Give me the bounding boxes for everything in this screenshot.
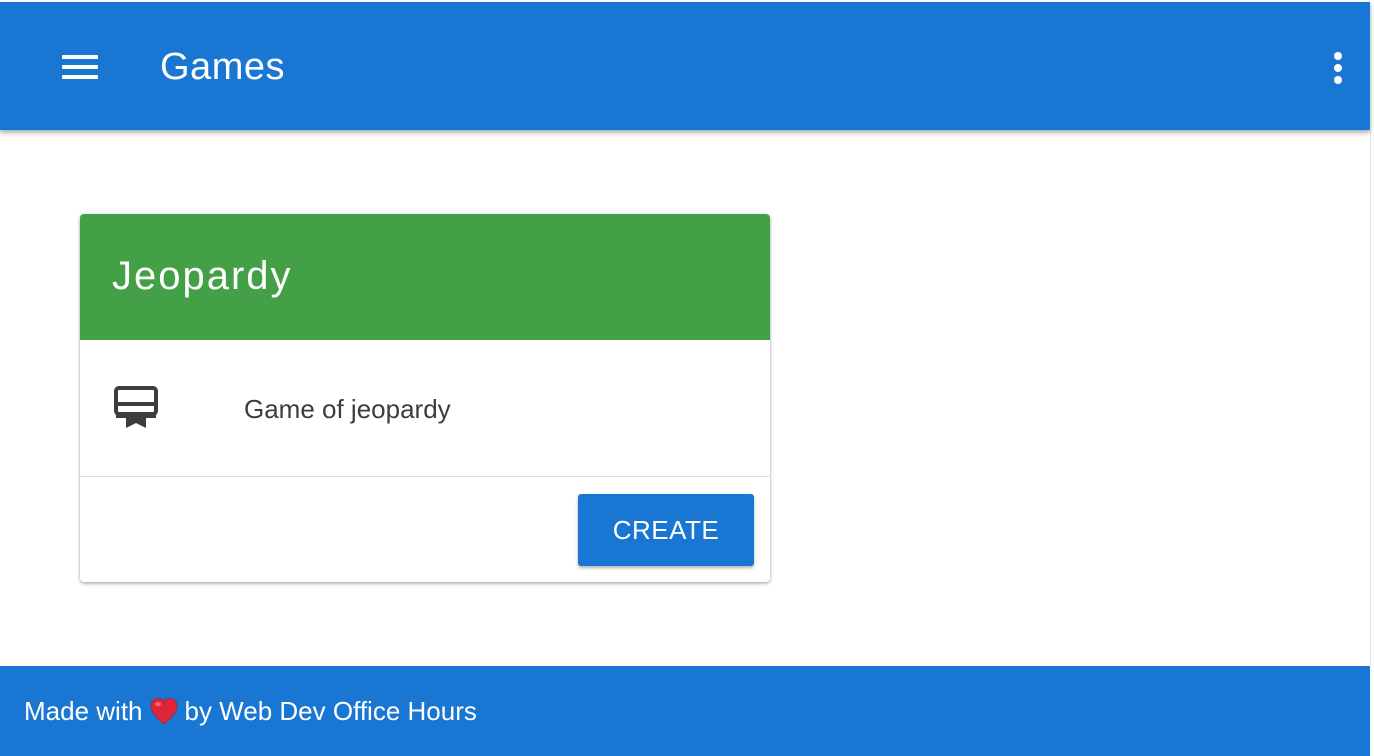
- menu-icon[interactable]: [60, 50, 100, 84]
- right-edge-divider: [1370, 130, 1371, 666]
- card-membership-icon: [114, 386, 158, 428]
- page: Games Jeopardy Game of jeopardy CREATE M…: [0, 0, 1374, 756]
- create-button[interactable]: CREATE: [578, 494, 754, 566]
- card-description: Game of jeopardy: [244, 394, 451, 424]
- heart-icon: [150, 698, 177, 725]
- game-card: Jeopardy Game of jeopardy CREATE: [80, 214, 770, 582]
- page-title: Games: [160, 46, 285, 88]
- card-header: Jeopardy: [80, 214, 770, 340]
- app-bar: Games: [0, 2, 1370, 130]
- card-body: Game of jeopardy: [80, 340, 770, 477]
- card-title: Jeopardy: [112, 254, 293, 298]
- footer-suffix: by Web Dev Office Hours: [184, 696, 477, 726]
- footer: Made with by Web Dev Office Hours: [0, 666, 1370, 756]
- more-vert-icon[interactable]: [1322, 48, 1354, 88]
- footer-prefix: Made with: [24, 696, 143, 726]
- card-divider: [80, 476, 770, 477]
- footer-text: Made with by Web Dev Office Hours: [24, 694, 477, 728]
